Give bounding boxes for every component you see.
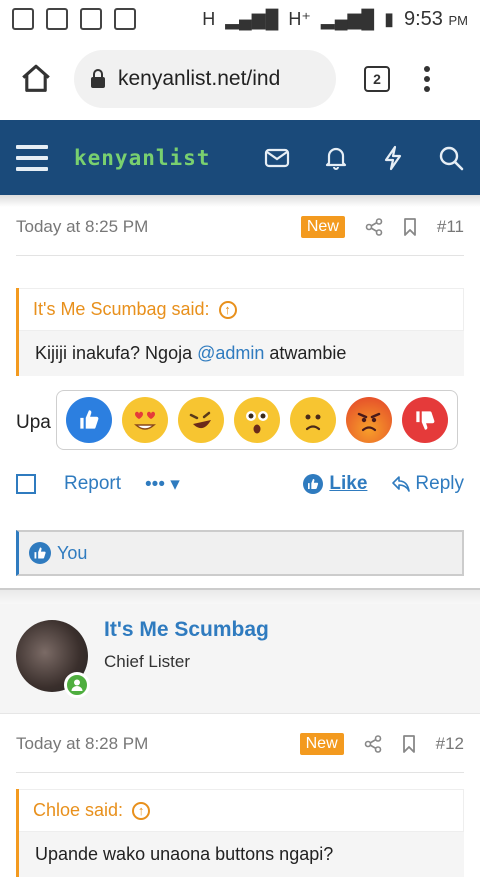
like-icon	[303, 474, 324, 494]
quote-block: Chloe said: ↑ Upande wako unaona buttons…	[16, 789, 464, 877]
like-icon	[29, 542, 51, 564]
more-actions-button[interactable]: ••• ▾	[145, 473, 180, 496]
browser-toolbar: kenyanlist.net/ind 2	[0, 38, 480, 120]
quote-text: Kijiji inakufa? Ngoja @admin atwambie	[35, 343, 347, 363]
new-badge: New	[299, 733, 344, 755]
reply-button[interactable]: Reply	[391, 473, 464, 495]
thread-content: Today at 8:25 PM New #11 It's Me Scumbag…	[0, 195, 480, 877]
new-badge: New	[300, 216, 345, 238]
shocked-icon[interactable]	[234, 397, 280, 443]
bookmark-icon[interactable]	[403, 218, 417, 236]
signal-icon: ▂▄▆█	[225, 8, 279, 29]
liked-by[interactable]: You	[57, 543, 87, 564]
bell-icon[interactable]	[324, 145, 348, 171]
network-type: H⁺	[288, 8, 311, 29]
post-actions: Report ••• ▾ Like Reply	[0, 452, 480, 516]
select-checkbox[interactable]	[16, 474, 36, 494]
online-status-icon	[64, 672, 90, 698]
menu-icon[interactable]	[16, 144, 48, 171]
like-icon[interactable]	[66, 397, 112, 443]
quote-text: Upande wako unaona buttons ngapi?	[35, 844, 334, 864]
lock-icon	[91, 69, 105, 88]
site-logo[interactable]: kenyanlist	[74, 146, 210, 170]
notification-icons	[12, 8, 136, 30]
share-icon[interactable]	[365, 218, 383, 236]
post-time[interactable]: Today at 8:25 PM	[16, 217, 148, 237]
laughing-icon[interactable]	[178, 397, 224, 443]
clock: 9:53 PM	[404, 7, 468, 30]
reaction-picker	[56, 390, 458, 450]
post-author: It's Me Scumbag Chief Lister	[0, 604, 480, 714]
network-type: H	[202, 8, 216, 29]
site-navbar: kenyanlist	[0, 120, 480, 195]
message-icon	[12, 8, 34, 30]
post-number[interactable]: #12	[436, 734, 464, 754]
search-icon[interactable]	[438, 145, 464, 171]
tab-switcher-button[interactable]: 2	[364, 66, 390, 92]
gmail-icon	[80, 8, 102, 30]
confused-icon[interactable]	[290, 397, 336, 443]
report-button[interactable]: Report	[64, 473, 121, 495]
home-icon[interactable]	[12, 55, 60, 103]
bookmark-icon[interactable]	[402, 735, 416, 753]
download-icon	[114, 8, 136, 30]
url-text: kenyanlist.net/ind	[118, 67, 281, 90]
quote-header[interactable]: Chloe said: ↑	[19, 789, 464, 832]
share-icon[interactable]	[364, 735, 382, 753]
more-options-icon[interactable]	[424, 66, 430, 92]
status-bar: H ▂▄▆█ H⁺ ▂▄▆█ ▮ 9:53 PM	[0, 0, 480, 38]
like-button[interactable]: Like	[303, 473, 367, 495]
battery-icon: ▮	[384, 8, 394, 29]
angry-icon[interactable]	[346, 397, 392, 443]
message-icon	[46, 8, 68, 30]
post-number[interactable]: #11	[437, 217, 464, 237]
post-time[interactable]: Today at 8:28 PM	[16, 734, 148, 754]
reply-icon	[392, 476, 411, 492]
user-mention[interactable]: @admin	[197, 343, 264, 363]
dislike-icon[interactable]	[402, 397, 448, 443]
quote-block: It's Me Scumbag said: ↑ Kijiji inakufa? …	[16, 288, 464, 376]
heart-eyes-icon[interactable]	[122, 397, 168, 443]
arrow-up-circle-icon[interactable]: ↑	[132, 802, 151, 821]
avatar[interactable]	[16, 620, 90, 698]
author-name[interactable]: It's Me Scumbag	[104, 618, 269, 642]
signal-icon: ▂▄▆█	[320, 8, 375, 29]
likes-summary[interactable]: You	[16, 530, 464, 576]
quote-header[interactable]: It's Me Scumbag said: ↑	[19, 288, 464, 331]
post-text: Upa	[16, 412, 51, 433]
post-meta: Today at 8:25 PM New #11	[0, 207, 480, 247]
inbox-icon[interactable]	[264, 147, 290, 169]
post-body: Upa	[0, 390, 480, 452]
author-title: Chief Lister	[104, 652, 190, 671]
arrow-up-circle-icon[interactable]: ↑	[218, 301, 237, 320]
bolt-icon[interactable]	[382, 145, 404, 171]
address-bar[interactable]: kenyanlist.net/ind	[74, 50, 336, 108]
post-meta: Today at 8:28 PM New #12	[0, 724, 480, 764]
